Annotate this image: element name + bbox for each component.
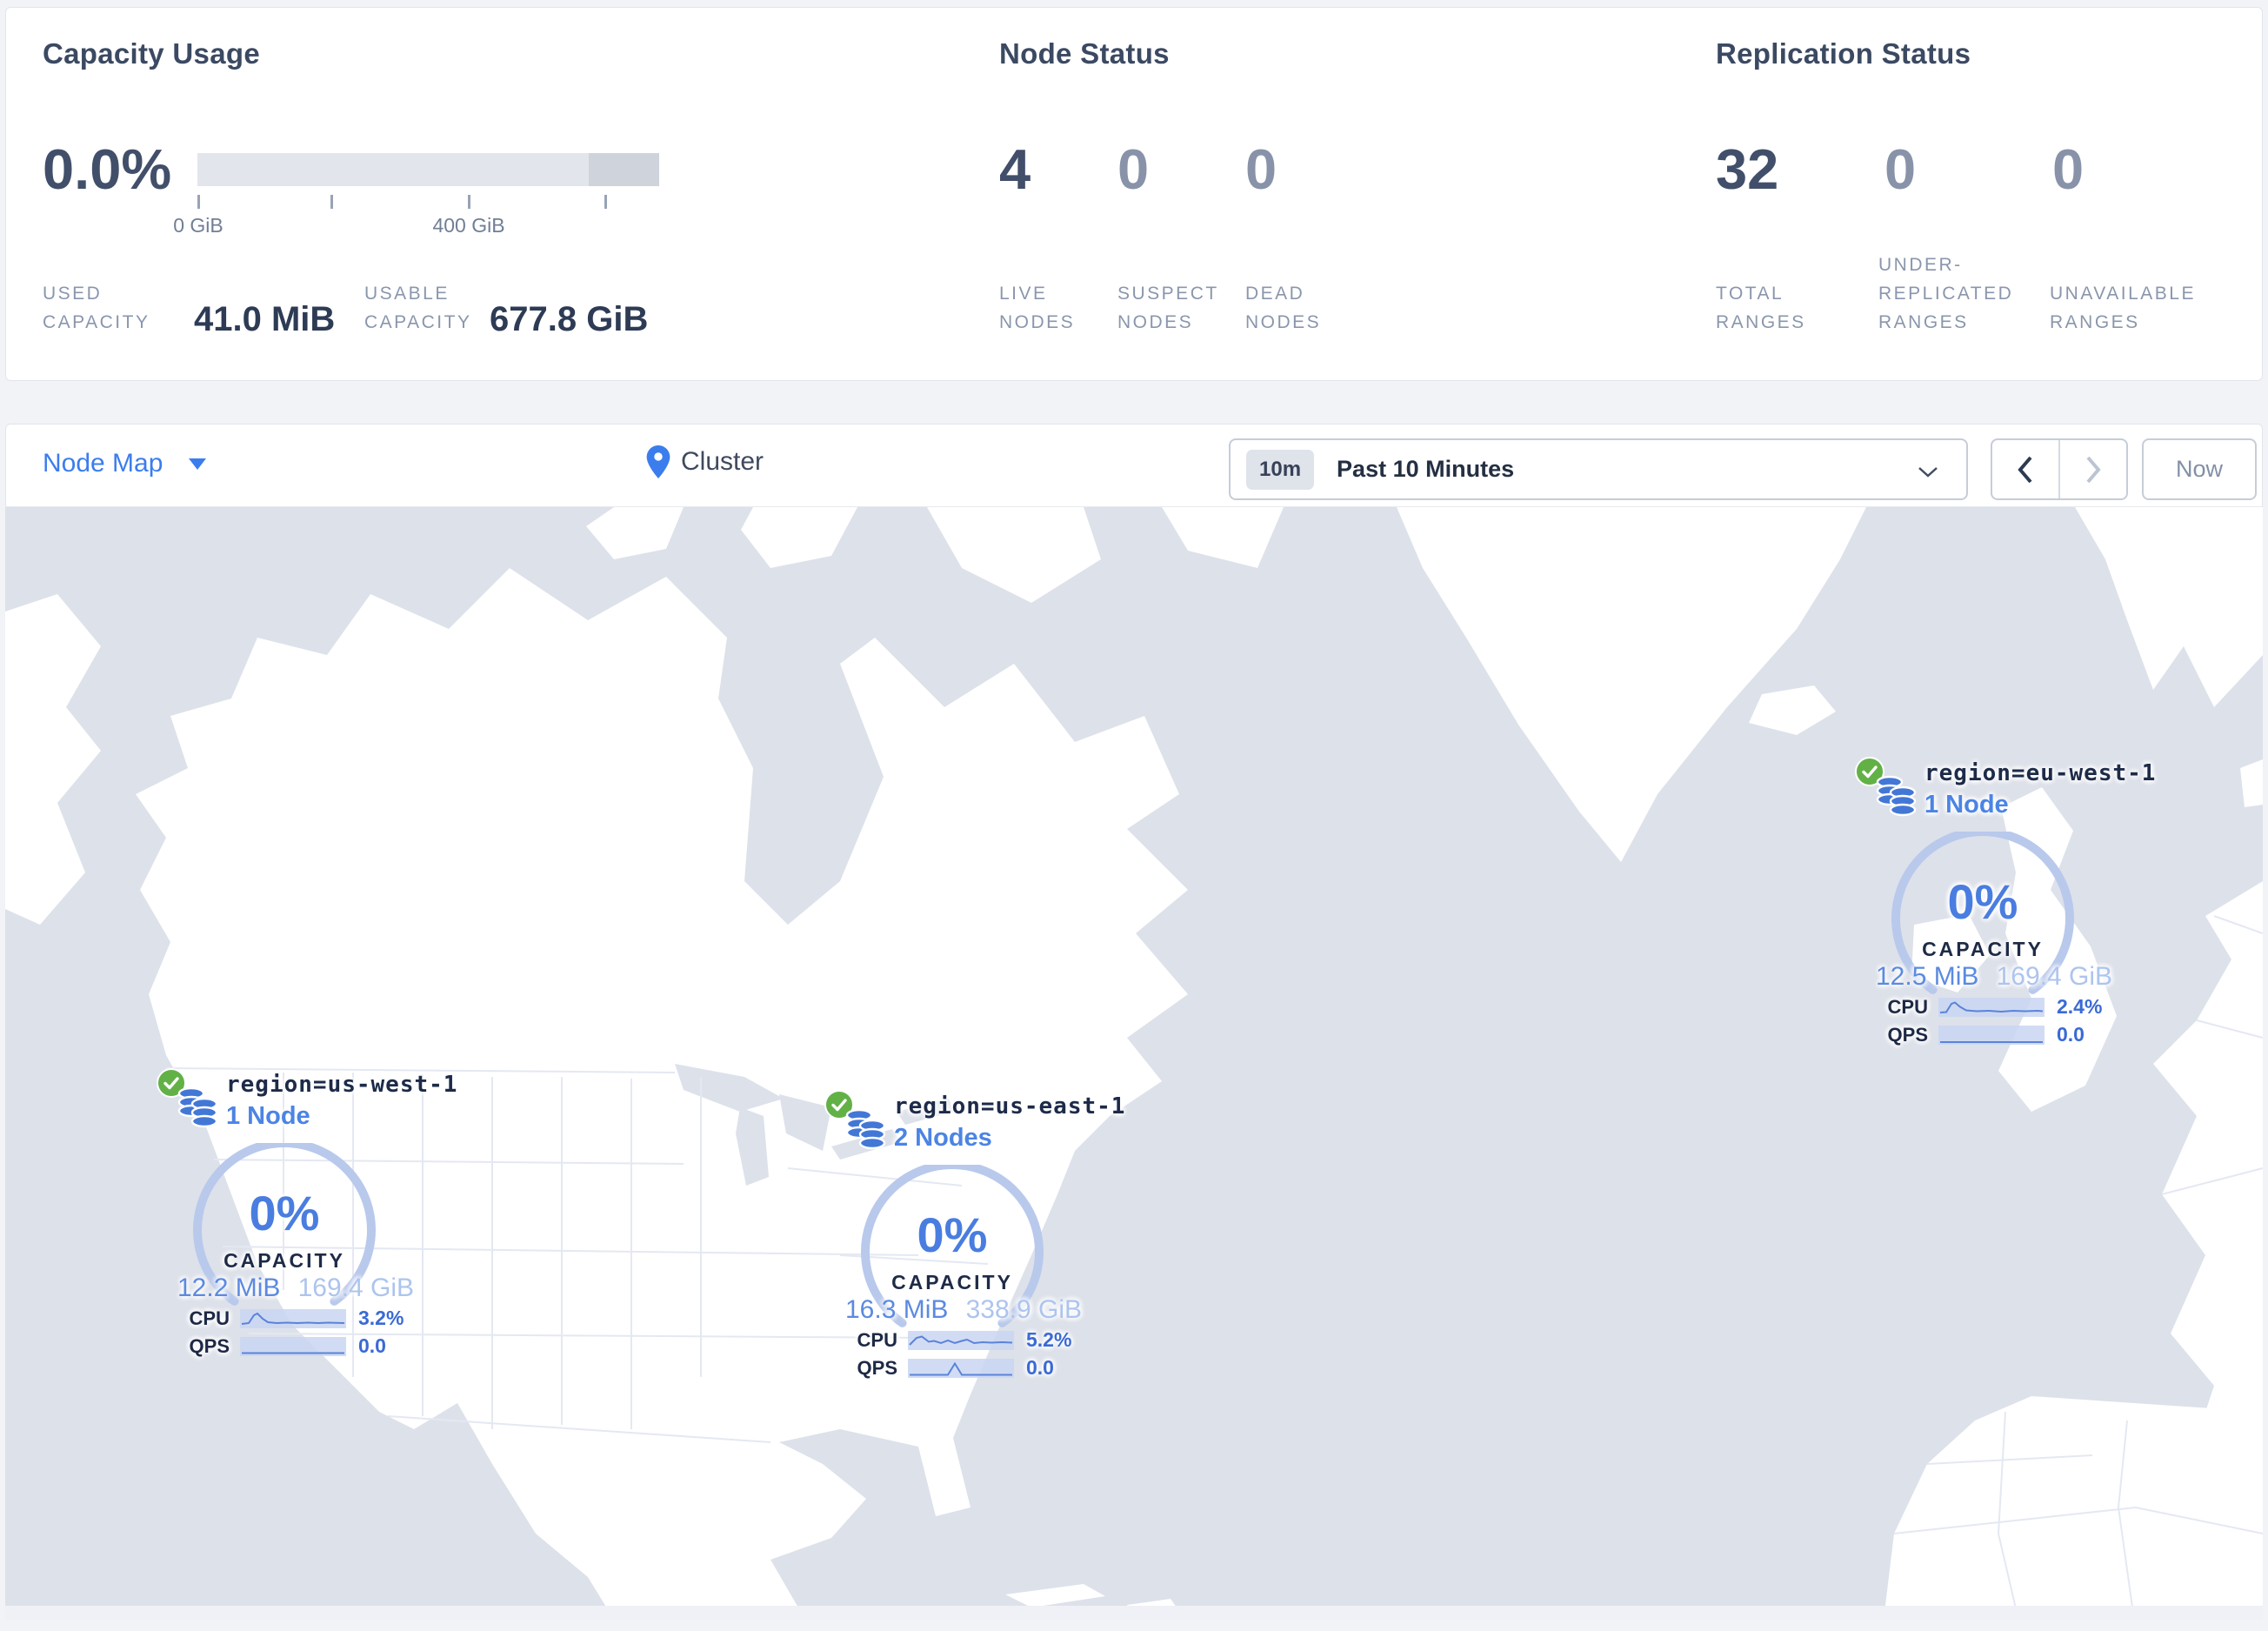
- capacity-axis-tick: [604, 195, 607, 209]
- unavailable-ranges-count: 0: [2052, 137, 2085, 201]
- capacity-usage-bar: 0 GiB 400 GiB: [173, 153, 659, 237]
- suspect-nodes-label: SUSPECT NODES: [1117, 284, 1219, 332]
- time-forward-button[interactable]: [2060, 440, 2126, 498]
- view-mode-label: Node Map: [43, 449, 163, 478]
- unavailable-ranges-label: UNAVAILABLE RANGES: [2050, 284, 2196, 332]
- database-stack-icon: [177, 1086, 218, 1128]
- region-used-capacity: 12.5 MiB: [1876, 962, 1979, 991]
- capacity-axis-tick: [197, 195, 200, 209]
- region-node-count[interactable]: 1 Node: [226, 1102, 310, 1131]
- live-nodes-label: LIVE NODES: [999, 284, 1076, 332]
- chevron-down-icon: [189, 458, 207, 470]
- time-range-pager: [1991, 438, 2128, 500]
- qps-value: 0.0: [1026, 1356, 1054, 1379]
- cpu-label: CPU: [189, 1307, 230, 1329]
- cpu-value: 2.4%: [2057, 995, 2103, 1018]
- cpu-sparkline: [908, 1330, 1014, 1350]
- view-mode-dropdown[interactable]: Node Map: [43, 449, 207, 478]
- cpu-sparkline: [240, 1308, 346, 1328]
- used-capacity-value: 41.0 MiB: [194, 300, 336, 338]
- node-map[interactable]: region=us-west-1 1 Node 0% CAPACITY 12.2…: [5, 507, 2263, 1620]
- breadcrumb[interactable]: Cluster: [646, 445, 764, 478]
- location-pin-icon: [646, 445, 670, 478]
- capacity-axis-tick: [468, 195, 470, 209]
- qps-label: QPS: [1887, 1023, 1928, 1046]
- gauge-percent: 0%: [917, 1207, 988, 1262]
- live-nodes-count: 4: [999, 137, 1031, 201]
- cpu-value: 3.2%: [358, 1307, 404, 1329]
- qps-label: QPS: [857, 1356, 897, 1379]
- region-node-count[interactable]: 1 Node: [1924, 791, 2009, 819]
- capacity-axis-label: 400 GiB: [432, 214, 505, 237]
- qps-value: 0.0: [358, 1334, 386, 1357]
- qps-sparkline: [240, 1336, 346, 1356]
- capacity-bar-track: [197, 153, 589, 186]
- under-replicated-ranges-count: 0: [1884, 137, 1917, 201]
- region-name: region=us-west-1: [226, 1072, 458, 1098]
- capacity-bar-reserved-segment: [589, 153, 659, 186]
- qps-sparkline: [908, 1358, 1014, 1378]
- replication-status-title: Replication Status: [1716, 37, 1971, 70]
- database-stack-icon: [1876, 775, 1917, 817]
- breadcrumb-label: Cluster: [681, 447, 764, 476]
- region-used-capacity: 12.2 MiB: [177, 1273, 281, 1302]
- gauge-label: CAPACITY: [891, 1271, 1013, 1293]
- region-name: region=eu-west-1: [1924, 760, 2157, 786]
- cpu-value: 5.2%: [1026, 1328, 1072, 1351]
- region-name: region=us-east-1: [894, 1093, 1126, 1120]
- chevron-right-icon: [2086, 456, 2101, 483]
- chevron-left-icon: [2018, 456, 2032, 483]
- capacity-axis-tick: [330, 195, 333, 209]
- dead-nodes-count: 0: [1245, 137, 1277, 201]
- time-back-button[interactable]: [1992, 440, 2060, 498]
- world-map: [5, 507, 2263, 1620]
- time-range-badge: 10m: [1246, 449, 1315, 490]
- capacity-usage-percent: 0.0%: [43, 137, 172, 201]
- gauge-percent: 0%: [1947, 874, 2018, 929]
- cpu-sparkline: [1938, 997, 2045, 1017]
- time-range-dropdown[interactable]: 10m Past 10 Minutes: [1229, 438, 1968, 500]
- qps-value: 0.0: [2057, 1023, 2085, 1046]
- usable-capacity-label: USABLE CAPACITY: [364, 284, 472, 332]
- cpu-label: CPU: [857, 1328, 897, 1351]
- gauge-percent: 0%: [249, 1186, 320, 1240]
- used-capacity-label: USED CAPACITY: [43, 284, 150, 332]
- under-replicated-ranges-label: UNDER- REPLICATED RANGES: [1878, 255, 2014, 332]
- gauge-label: CAPACITY: [223, 1249, 345, 1272]
- gauge-label: CAPACITY: [1922, 938, 2044, 960]
- time-range-value: Past 10 Minutes: [1337, 456, 1515, 482]
- qps-sparkline: [1938, 1025, 2045, 1045]
- node-status-title: Node Status: [999, 37, 1170, 70]
- database-stack-icon: [845, 1108, 886, 1150]
- region-used-capacity: 16.3 MiB: [845, 1295, 949, 1324]
- suspect-nodes-count: 0: [1117, 137, 1150, 201]
- now-button[interactable]: Now: [2142, 438, 2257, 500]
- total-ranges-count: 32: [1716, 137, 1779, 201]
- cluster-summary-panel: Capacity Usage 0.0% 0 GiB 400 GiB USED C…: [5, 7, 2263, 381]
- capacity-usage-title: Capacity Usage: [43, 37, 260, 70]
- dead-nodes-label: DEAD NODES: [1245, 284, 1322, 332]
- capacity-axis-label: 0 GiB: [173, 214, 223, 237]
- qps-label: QPS: [189, 1334, 230, 1357]
- region-usable-capacity: 338.9 GiB: [965, 1295, 1082, 1324]
- region-usable-capacity: 169.4 GiB: [1996, 962, 2112, 991]
- usable-capacity-value: 677.8 GiB: [490, 300, 649, 338]
- region-node-count[interactable]: 2 Nodes: [894, 1124, 992, 1153]
- map-toolbar: Node Map Cluster 10m Past 10 Minutes Now: [5, 424, 2263, 507]
- chevron-down-icon: [1918, 467, 1938, 478]
- cpu-label: CPU: [1887, 995, 1928, 1018]
- map-bottom-strip: [5, 1606, 2263, 1620]
- region-usable-capacity: 169.4 GiB: [297, 1273, 414, 1302]
- total-ranges-label: TOTAL RANGES: [1716, 284, 1806, 332]
